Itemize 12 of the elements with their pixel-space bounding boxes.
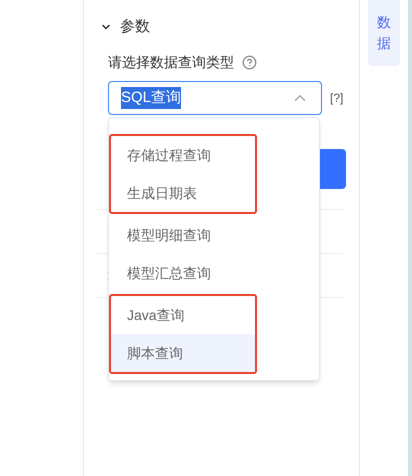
section-title: 参数: [120, 16, 150, 37]
dropdown-option[interactable]: 模型汇总查询: [111, 254, 255, 292]
dropdown-option[interactable]: 脚本查询: [111, 334, 255, 372]
dropdown-option[interactable]: 模型明细查询: [111, 216, 255, 254]
field-label: 请选择数据查询类型: [108, 53, 234, 72]
help-icon[interactable]: [242, 55, 257, 70]
hint-link[interactable]: [?]: [330, 89, 344, 107]
query-type-select[interactable]: SQL查询: [108, 81, 322, 115]
dropdown-option[interactable]: 存储过程查询: [111, 136, 255, 174]
side-tab[interactable]: 数据: [368, 0, 400, 66]
dropdown-option[interactable]: Java查询: [111, 296, 255, 334]
dropdown-option[interactable]: 生成日期表: [111, 174, 255, 212]
